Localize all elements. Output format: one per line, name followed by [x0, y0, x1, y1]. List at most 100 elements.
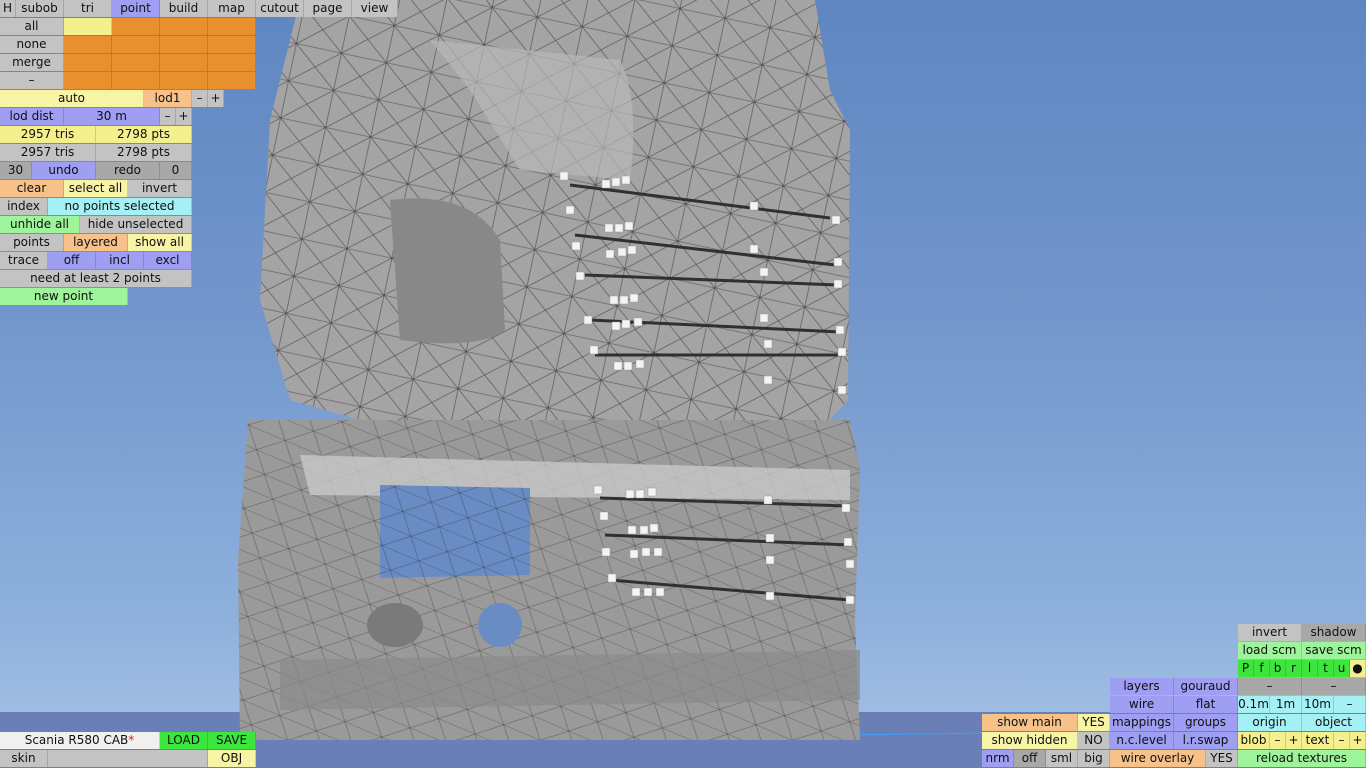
invert-view-button[interactable]: invert	[1238, 624, 1302, 641]
show-all-button[interactable]: show all	[128, 234, 192, 251]
swatch-orange[interactable]	[160, 72, 208, 89]
need-points-message: need at least 2 points	[0, 270, 192, 287]
shadow-button[interactable]: shadow	[1302, 624, 1366, 641]
lod-auto-button[interactable]: auto	[0, 90, 144, 107]
trace-button[interactable]: trace	[0, 252, 48, 269]
h-button[interactable]: H	[0, 0, 16, 17]
gouraud-button[interactable]: gouraud	[1174, 678, 1238, 695]
unhide-all-button[interactable]: unhide all	[0, 216, 80, 233]
lod-minus-button[interactable]: –	[192, 90, 208, 107]
nrm-big-button[interactable]: big	[1078, 750, 1110, 767]
tab-page[interactable]: page	[304, 0, 352, 17]
select-none-button[interactable]: none	[0, 36, 64, 53]
step-10m-button[interactable]: 10m	[1302, 696, 1334, 713]
channel-b-button[interactable]: b	[1270, 660, 1286, 677]
save-button[interactable]: SAVE	[208, 732, 256, 749]
swatch-orange[interactable]	[64, 54, 112, 71]
blob-minus-button[interactable]: –	[1270, 732, 1286, 749]
swatch-orange[interactable]	[208, 18, 256, 35]
channel-t-button[interactable]: t	[1318, 660, 1334, 677]
dash-button[interactable]: –	[1238, 678, 1302, 695]
channel-dot-button[interactable]: ●	[1350, 660, 1366, 677]
swatch-orange[interactable]	[208, 54, 256, 71]
3d-viewport[interactable]	[0, 0, 1366, 768]
redo-button[interactable]: redo	[96, 162, 160, 179]
swatch-orange[interactable]	[112, 18, 160, 35]
trace-incl-button[interactable]: incl	[96, 252, 144, 269]
channel-r-button[interactable]: r	[1286, 660, 1302, 677]
swatch-orange[interactable]	[160, 54, 208, 71]
swatch-orange[interactable]	[112, 72, 160, 89]
object-button[interactable]: object	[1302, 714, 1366, 731]
tab-build[interactable]: build	[160, 0, 208, 17]
clear-button[interactable]: clear	[0, 180, 64, 197]
tab-cutout[interactable]: cutout	[256, 0, 304, 17]
load-button[interactable]: LOAD	[160, 732, 208, 749]
tab-tri[interactable]: tri	[64, 0, 112, 17]
swatch-orange[interactable]	[64, 36, 112, 53]
lr-swap-button[interactable]: l.r.swap	[1174, 732, 1238, 749]
swatch-yellow[interactable]	[64, 18, 112, 35]
merge-button[interactable]: merge	[0, 54, 64, 71]
step-minus-button[interactable]: –	[1334, 696, 1366, 713]
ncl-button[interactable]: n.c.level	[1110, 732, 1174, 749]
flat-button[interactable]: flat	[1174, 696, 1238, 713]
lod-dist-plus-button[interactable]: +	[176, 108, 192, 125]
tab-map[interactable]: map	[208, 0, 256, 17]
show-main-toggle[interactable]: YES	[1078, 714, 1110, 731]
channel-l-button[interactable]: l	[1302, 660, 1318, 677]
new-point-button[interactable]: new point	[0, 288, 128, 305]
lod-level-button[interactable]: lod1	[144, 90, 192, 107]
swatch-orange[interactable]	[208, 36, 256, 53]
swatch-orange[interactable]	[160, 36, 208, 53]
save-scm-button[interactable]: save scm	[1302, 642, 1366, 659]
points-mode-button[interactable]: points	[0, 234, 64, 251]
swatch-orange[interactable]	[208, 72, 256, 89]
trace-excl-button[interactable]: excl	[144, 252, 192, 269]
channel-f-button[interactable]: f	[1254, 660, 1270, 677]
show-main-label: show main	[982, 714, 1078, 731]
nrm-off-button[interactable]: off	[1014, 750, 1046, 767]
trace-off-button[interactable]: off	[48, 252, 96, 269]
text-minus-button[interactable]: –	[1334, 732, 1350, 749]
tab-subob[interactable]: subob	[16, 0, 64, 17]
hide-unselected-button[interactable]: hide unselected	[80, 216, 192, 233]
text-plus-button[interactable]: +	[1350, 732, 1366, 749]
groups-button[interactable]: groups	[1174, 714, 1238, 731]
lod-dist-minus-button[interactable]: –	[160, 108, 176, 125]
skin-field[interactable]	[48, 750, 208, 767]
tab-view[interactable]: view	[352, 0, 398, 17]
swatch-orange[interactable]	[160, 18, 208, 35]
obj-button[interactable]: OBJ	[208, 750, 256, 767]
reload-textures-button[interactable]: reload textures	[1238, 750, 1366, 767]
wire-button[interactable]: wire	[1110, 696, 1174, 713]
swatch-orange[interactable]	[112, 54, 160, 71]
channel-p-button[interactable]: P	[1238, 660, 1254, 677]
select-all-button[interactable]: all	[0, 18, 64, 35]
wire-overlay-toggle[interactable]: YES	[1206, 750, 1238, 767]
lod-plus-button[interactable]: +	[208, 90, 224, 107]
step-0.1m-button[interactable]: 0.1m	[1238, 696, 1270, 713]
invert-selection-button[interactable]: invert	[128, 180, 192, 197]
nrm-sml-button[interactable]: sml	[1046, 750, 1078, 767]
layered-button[interactable]: layered	[64, 234, 128, 251]
blob-plus-button[interactable]: +	[1286, 732, 1302, 749]
lod-dist-value[interactable]: 30 m	[64, 108, 160, 125]
swatch-orange[interactable]	[64, 72, 112, 89]
channel-u-button[interactable]: u	[1334, 660, 1350, 677]
minus-button[interactable]: –	[0, 72, 64, 89]
index-button[interactable]: index	[0, 198, 48, 215]
select-all-points-button[interactable]: select all	[64, 180, 128, 197]
layers-button[interactable]: layers	[1110, 678, 1174, 695]
tab-point[interactable]: point	[112, 0, 160, 17]
step-1m-button[interactable]: 1m	[1270, 696, 1302, 713]
undo-button[interactable]: undo	[32, 162, 96, 179]
show-hidden-toggle[interactable]: NO	[1078, 732, 1110, 749]
wire-overlay-label: wire overlay	[1110, 750, 1206, 767]
mappings-button[interactable]: mappings	[1110, 714, 1174, 731]
load-scm-button[interactable]: load scm	[1238, 642, 1302, 659]
undo-count: 30	[0, 162, 32, 179]
dash-button[interactable]: –	[1302, 678, 1366, 695]
origin-button[interactable]: origin	[1238, 714, 1302, 731]
swatch-orange[interactable]	[112, 36, 160, 53]
